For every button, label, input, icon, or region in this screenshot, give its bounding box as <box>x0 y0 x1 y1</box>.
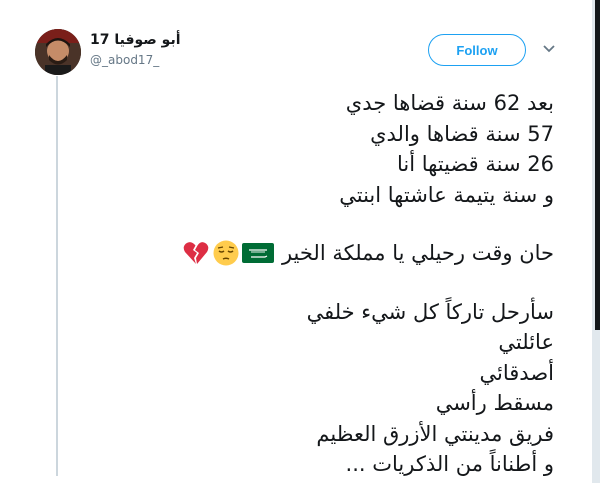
emoji-group <box>182 239 274 267</box>
user-display-name[interactable]: أبو صوفيا 17 <box>90 32 181 48</box>
tweet-line: عائلتي <box>498 330 554 354</box>
background-dark-strip <box>595 0 600 330</box>
pensive-face-icon <box>213 240 239 266</box>
broken-heart-icon <box>183 242 209 265</box>
tweet-line: أصدقائي <box>479 360 554 385</box>
tweet-text: بعد 62 سنة قضاها جدي 57 سنة قضاها والدي … <box>54 88 554 480</box>
tweet-line: 57 سنة قضاها والدي <box>370 121 554 146</box>
chevron-down-icon[interactable] <box>541 43 557 55</box>
farewell-text: حان وقت رحيلي يا مملكة الخير <box>281 241 554 265</box>
saudi-flag-icon <box>241 243 274 264</box>
user-handle[interactable]: @_abod17_ <box>90 53 159 67</box>
background-strip <box>592 0 600 483</box>
tweet-card: أبو صوفيا 17 @_abod17_ Follow بعد 62 سنة… <box>0 0 592 483</box>
tweet-line: و سنة يتيمة عاشتها ابنتي <box>339 182 554 207</box>
tweet-line: 26 سنة قضيتها أنا <box>396 152 554 176</box>
tweet-line: سأرحل تاركاً كل شيء خلفي <box>306 299 554 324</box>
avatar[interactable] <box>35 29 81 75</box>
tweet-line: فريق مدينتي الأزرق العظيم <box>316 421 554 446</box>
tweet-line: بعد 62 سنة قضاها جدي <box>345 91 554 115</box>
farewell-line: حان وقت رحيلي يا مملكة الخير <box>54 238 554 269</box>
follow-button[interactable]: Follow <box>428 34 526 66</box>
tweet-line: و أطناناً من الذكريات ... <box>345 452 554 476</box>
tweet-line: مسقط رأسي <box>435 391 554 415</box>
avatar-image <box>35 29 81 75</box>
